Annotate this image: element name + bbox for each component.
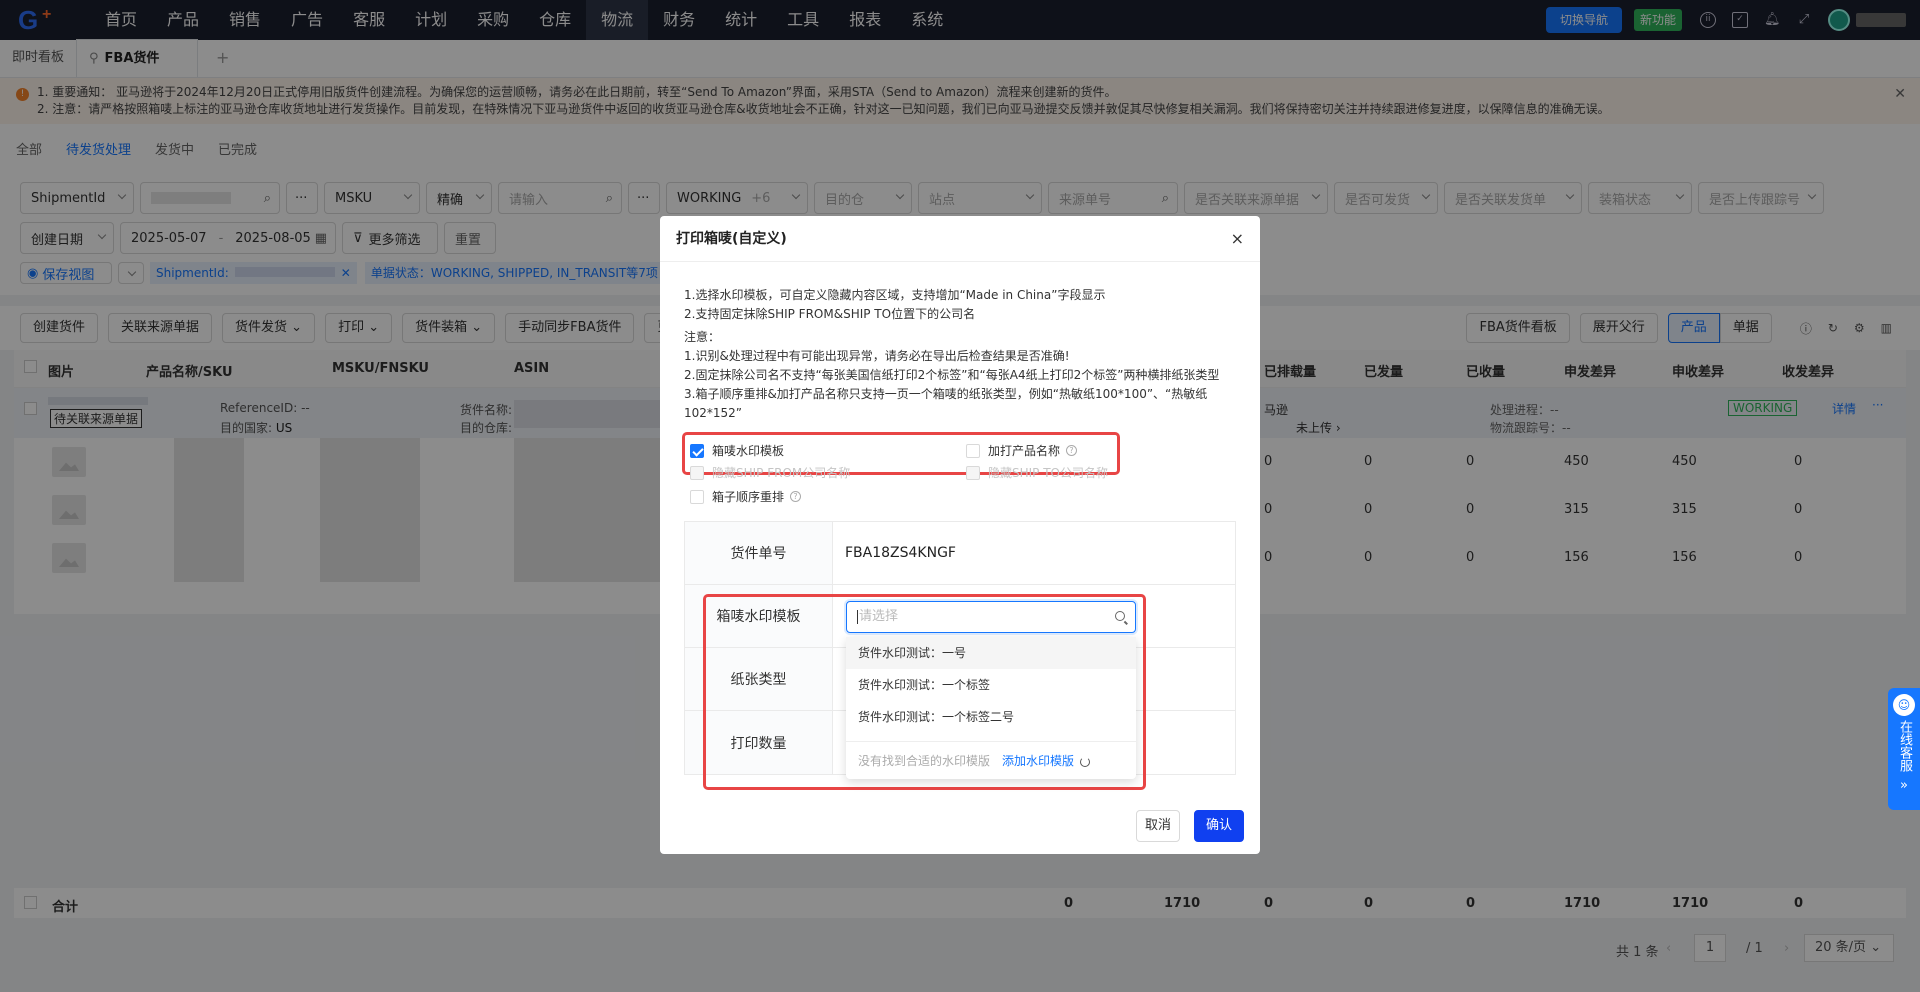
add-template-link[interactable]: 添加水印模版 <box>1002 754 1074 768</box>
confirm-button[interactable]: 确认 <box>1194 810 1244 842</box>
question-icon: ? <box>1066 445 1078 456</box>
box-reorder-checkbox[interactable]: 箱子顺序重排? <box>690 488 802 505</box>
modal-title: 打印箱唛(自定义) <box>676 231 787 247</box>
cancel-button[interactable]: 取消 <box>1136 810 1180 842</box>
select-placeholder: 请选择 <box>859 609 899 624</box>
refresh-icon[interactable] <box>1080 756 1091 767</box>
hide-ship-from-checkbox: 隐藏SHIP FROM公司名称 <box>690 464 850 481</box>
shipment-no-value: FBA18ZS4KNGF <box>845 545 956 561</box>
hide-ship-to-checkbox: 隐藏SHIP TO公司名称 <box>966 464 1108 481</box>
template-option-3[interactable]: 货件水印测试：一个标签二号 <box>846 701 1136 733</box>
note-line-3: 3.箱子顺序重排&加打产品名称只支持一页一个箱唛的纸张类型，例如“热敏纸100*… <box>684 387 1208 420</box>
watermark-template-select[interactable]: 请选择 <box>846 601 1136 633</box>
form-row-shipment: 货件单号 FBA18ZS4KNGF <box>685 522 1235 585</box>
close-icon[interactable]: × <box>1231 216 1244 262</box>
service-label: 在线客服 <box>1897 720 1912 772</box>
hide-from-label: 隐藏SHIP FROM公司名称 <box>712 466 851 480</box>
modal-info: 1.选择水印模板，可自定义隐藏内容区域，支持增加“Made in China”字… <box>684 286 1229 324</box>
search-icon <box>1115 611 1125 621</box>
info-line-1: 1.选择水印模板，可自定义隐藏内容区域，支持增加“Made in China”字… <box>684 288 1106 302</box>
print-label-modal: 打印箱唛(自定义) × 1.选择水印模板，可自定义隐藏内容区域，支持增加“Mad… <box>660 216 1260 854</box>
watermark-checkbox-label: 箱唛水印模板 <box>712 444 785 458</box>
modal-header: 打印箱唛(自定义) × <box>660 216 1260 262</box>
shipment-no-label: 货件单号 <box>685 522 833 584</box>
template-option-2[interactable]: 货件水印测试：一个标签 <box>846 669 1136 701</box>
dropdown-footer: 没有找到合适的水印模版 添加水印模版 <box>846 741 1136 779</box>
add-product-name-checkbox[interactable]: 加打产品名称? <box>966 442 1078 459</box>
note-line-1: 1.识别&处理过程中有可能出现异常，请务必在导出后检查结果是否准确! <box>684 349 1070 363</box>
hide-to-label: 隐藏SHIP TO公司名称 <box>988 466 1109 480</box>
modal-notes: 注意： 1.识别&处理过程中有可能出现异常，请务必在导出后检查结果是否准确! 2… <box>684 328 1229 423</box>
service-avatar-icon: ☺ <box>1893 694 1915 716</box>
product-name-checkbox-label: 加打产品名称 <box>988 444 1061 458</box>
watermark-template-checkbox[interactable]: 箱唛水印模板 <box>690 442 784 459</box>
online-service-widget[interactable]: ☺ 在线客服 » <box>1888 688 1920 810</box>
template-dropdown: 货件水印测试：一号 货件水印测试：一个标签 货件水印测试：一个标签二号 没有找到… <box>846 637 1136 779</box>
not-found-text: 没有找到合适的水印模版 <box>858 754 991 768</box>
note-line-2: 2.固定抹除公司名不支持“每张美国信纸打印2个标签”和“每张A4纸上打印2个标签… <box>684 368 1220 382</box>
collapse-icon[interactable]: » <box>1888 778 1920 793</box>
note-title: 注意： <box>684 330 721 344</box>
template-option-1[interactable]: 货件水印测试：一号 <box>846 637 1136 669</box>
question-icon: ? <box>790 491 802 502</box>
reorder-checkbox-label: 箱子顺序重排 <box>712 490 785 504</box>
info-line-2: 2.支持固定抹除SHIP FROM&SHIP TO位置下的公司名 <box>684 307 976 321</box>
